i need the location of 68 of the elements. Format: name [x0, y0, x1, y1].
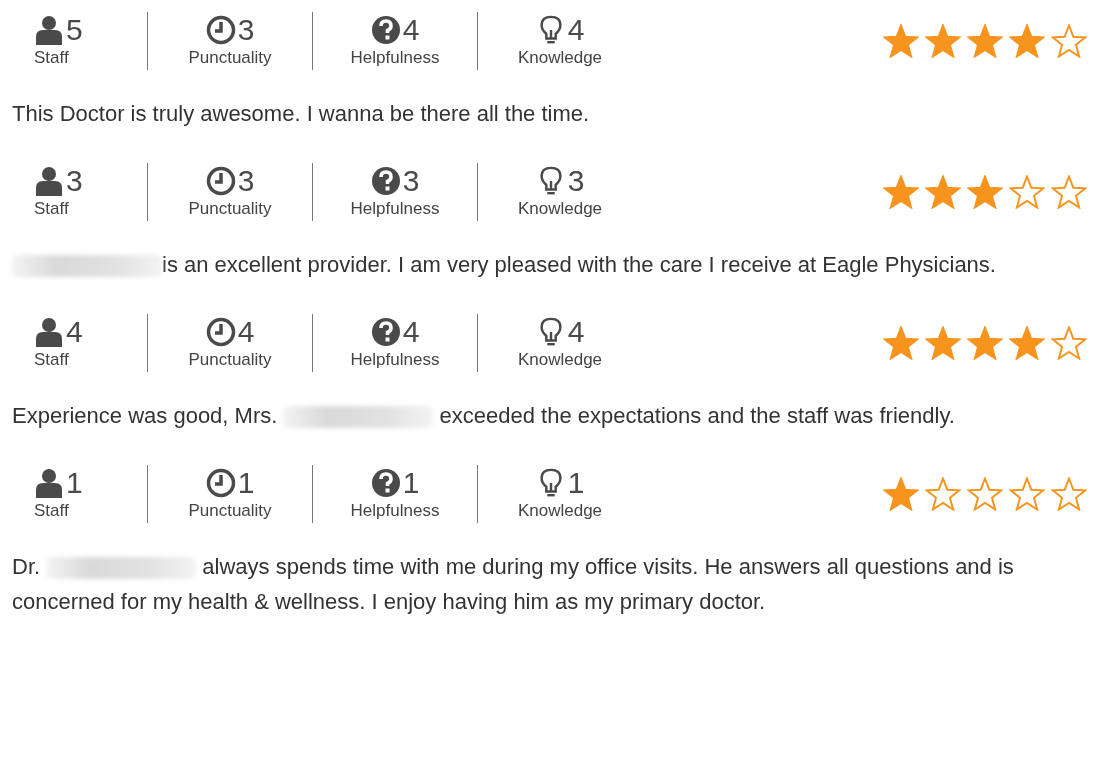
star-icon	[1051, 326, 1087, 360]
star-icon	[1051, 24, 1087, 58]
rating-number: 3	[567, 165, 585, 197]
rating-label: Knowledge	[517, 199, 603, 219]
clock-icon	[205, 468, 236, 498]
rating-number: 1	[237, 467, 255, 499]
person-icon	[34, 317, 64, 347]
help-icon	[370, 468, 401, 498]
rating-number: 5	[66, 14, 83, 46]
rating-label: Staff	[34, 350, 69, 370]
star-icon	[1009, 477, 1045, 511]
help-icon	[370, 317, 401, 347]
rating-number: 1	[66, 467, 83, 499]
rating-label: Punctuality	[188, 48, 272, 68]
person-icon	[34, 468, 64, 498]
rating-number: 4	[237, 316, 255, 348]
rating-label: Helpfulness	[350, 199, 440, 219]
rating-number: 4	[402, 14, 420, 46]
star-icon	[1009, 24, 1045, 58]
star-icon	[883, 326, 919, 360]
rating-number: 3	[402, 165, 420, 197]
rating-number: 4	[402, 316, 420, 348]
star-icon	[967, 175, 1003, 209]
rating-label: Knowledge	[517, 501, 603, 521]
person-icon	[34, 15, 64, 45]
person-icon	[34, 166, 64, 196]
rating-label: Helpfulness	[350, 350, 440, 370]
clock-icon	[205, 166, 236, 196]
rating-label: Punctuality	[188, 350, 272, 370]
star-icon	[1051, 477, 1087, 511]
review-text: Experience was good, Mrs. exceeded the expectations and the staff was friendly.	[12, 402, 956, 431]
rating-label: Staff	[34, 501, 69, 521]
rating-number: 1	[567, 467, 585, 499]
star-icon	[967, 24, 1003, 58]
help-icon	[370, 15, 401, 45]
rating-number: 4	[567, 14, 585, 46]
star-icon	[925, 24, 961, 58]
rating-label: Staff	[34, 48, 69, 68]
star-icon	[883, 175, 919, 209]
star-icon	[883, 24, 919, 58]
star-icon	[1009, 175, 1045, 209]
rating-label: Knowledge	[517, 48, 603, 68]
rating-label: Knowledge	[517, 350, 603, 370]
rating-number: 4	[567, 316, 585, 348]
rating-label: Punctuality	[188, 501, 272, 521]
star-icon	[967, 326, 1003, 360]
star-icon	[883, 477, 919, 511]
star-icon	[1009, 326, 1045, 360]
star-icon	[967, 477, 1003, 511]
review-text: is an excellent provider. I am very pleased with the care I receive at Eagle Physicians.	[12, 247, 1032, 282]
star-icon	[925, 326, 961, 360]
rating-number: 3	[237, 165, 255, 197]
rating-number: 3	[237, 14, 255, 46]
review-text: Dr. always spends time with me during my office visits. He answers all questions and is concerned for my health & wellness. I enjoy having him as my primary doctor.	[12, 553, 1015, 616]
rating-label: Punctuality	[188, 199, 272, 219]
rating-number: 3	[66, 165, 83, 197]
help-icon	[370, 166, 401, 196]
clock-icon	[205, 317, 236, 347]
star-icon	[1051, 175, 1087, 209]
rating-number: 1	[402, 467, 420, 499]
star-icon	[925, 477, 961, 511]
rating-label: Helpfulness	[350, 48, 440, 68]
review-text: This Doctor is truly awesome. I wanna be there all the time.	[12, 100, 591, 128]
rating-label: Staff	[34, 199, 69, 219]
clock-icon	[205, 15, 236, 45]
rating-label: Helpfulness	[350, 501, 440, 521]
rating-number: 4	[66, 316, 83, 348]
star-icon	[925, 175, 961, 209]
